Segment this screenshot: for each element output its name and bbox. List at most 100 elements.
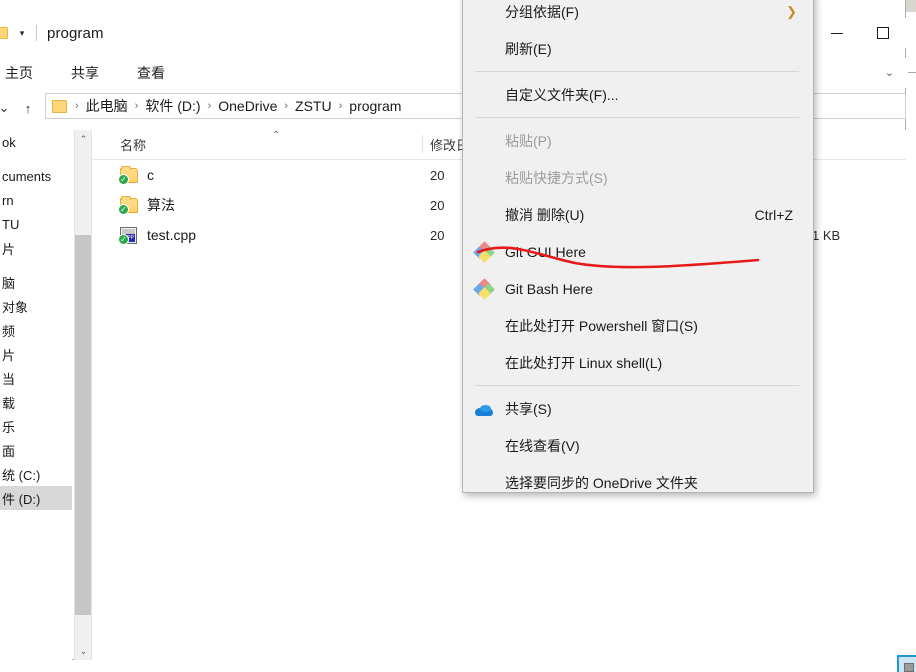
ribbon-expand-icon[interactable]: ⌄ bbox=[885, 66, 894, 79]
column-header-name[interactable]: 名称 bbox=[120, 135, 146, 154]
navigation-pane-scrollbar[interactable]: ⌃ ⌄ bbox=[74, 130, 92, 660]
sidebar-item[interactable]: TU bbox=[0, 212, 72, 236]
menu-item: 粘贴快捷方式(S) bbox=[463, 159, 813, 196]
sidebar-item[interactable]: 频 bbox=[0, 318, 72, 342]
thumbnail-window-icon bbox=[904, 663, 914, 672]
column-divider[interactable] bbox=[422, 135, 423, 153]
sidebar-item-label: TU bbox=[2, 216, 20, 232]
breadcrumb-separator: › bbox=[75, 100, 79, 112]
scroll-down-icon[interactable]: ⌄ bbox=[75, 642, 92, 660]
tab-share[interactable]: 共享 bbox=[58, 59, 112, 87]
sidebar-item[interactable]: 脑 bbox=[0, 270, 72, 294]
menu-separator bbox=[475, 117, 799, 118]
sidebar-item[interactable]: 件 (D:) bbox=[0, 486, 72, 510]
address-folder-icon bbox=[52, 99, 67, 113]
menu-separator bbox=[475, 71, 799, 72]
menu-item-label: 自定义文件夹(F)... bbox=[505, 86, 619, 103]
git-icon bbox=[473, 277, 495, 300]
sidebar-item[interactable]: 面 bbox=[0, 438, 72, 462]
menu-item-label: 粘贴快捷方式(S) bbox=[505, 169, 608, 186]
file-date: 20 bbox=[430, 197, 445, 213]
menu-item[interactable]: 分组依据(F) ❯ bbox=[463, 0, 813, 30]
sidebar-item-label: 乐 bbox=[2, 419, 16, 435]
menu-item[interactable]: 在此处打开 Powershell 窗口(S) bbox=[463, 307, 813, 344]
tab-view[interactable]: 查看 bbox=[124, 59, 178, 87]
breadcrumb-zstu[interactable]: ZSTU bbox=[292, 97, 335, 115]
sidebar-item-label: 统 (C:) bbox=[2, 467, 41, 483]
sidebar-item-label: 当 bbox=[2, 371, 16, 387]
sidebar-item[interactable]: 片 bbox=[0, 342, 72, 366]
maximize-icon bbox=[877, 27, 889, 39]
menu-item-label: 粘贴(P) bbox=[505, 132, 552, 149]
sidebar-item-label: 片 bbox=[2, 241, 16, 257]
menu-item-label: Git Bash Here bbox=[505, 280, 593, 297]
sidebar-item-label: 面 bbox=[2, 443, 16, 459]
sidebar-item-label: 件 (D:) bbox=[2, 491, 41, 507]
menu-item[interactable]: 选择要同步的 OneDrive 文件夹 bbox=[463, 464, 813, 492]
sidebar-item[interactable]: 乐 bbox=[0, 414, 72, 438]
menu-item-label: Git GUI Here bbox=[505, 243, 586, 260]
quick-access-folder-icon bbox=[0, 27, 8, 39]
quick-access-caret-icon[interactable]: ▾ bbox=[12, 23, 32, 43]
menu-item[interactable]: 在线查看(V) bbox=[463, 427, 813, 464]
scroll-up-icon[interactable]: ⌃ bbox=[75, 130, 92, 148]
file-date: 20 bbox=[430, 227, 445, 243]
recent-locations-icon[interactable]: ⌄ bbox=[0, 96, 16, 120]
menu-item[interactable]: 自定义文件夹(F)... bbox=[463, 76, 813, 113]
sidebar-item-label: 片 bbox=[2, 347, 16, 363]
sidebar-item[interactable]: cuments bbox=[0, 164, 72, 188]
sidebar-item-label: cuments bbox=[2, 168, 52, 184]
menu-item-label: 在此处打开 Powershell 窗口(S) bbox=[505, 317, 698, 334]
up-button-icon[interactable]: ↑ bbox=[16, 96, 40, 120]
sidebar-item[interactable]: rn bbox=[0, 188, 72, 212]
menu-item[interactable]: Git Bash Here bbox=[463, 270, 813, 307]
breadcrumb-drive-d[interactable]: 软件 (D:) bbox=[142, 95, 203, 117]
title-separator bbox=[36, 25, 37, 41]
minimize-icon bbox=[831, 32, 843, 34]
menu-item[interactable]: 在此处打开 Linux shell(L) bbox=[463, 344, 813, 381]
breadcrumb-separator: › bbox=[338, 100, 343, 112]
menu-item[interactable]: Git GUI Here bbox=[463, 233, 813, 270]
breadcrumb-this-pc[interactable]: 此电脑 bbox=[83, 95, 131, 117]
menu-separator bbox=[475, 385, 799, 386]
sidebar-item[interactable]: 当 bbox=[0, 366, 72, 390]
sidebar-item-label: ok bbox=[2, 134, 16, 150]
navigation-pane: ok cuments rn TU 片脑对象频片当载乐面统 (C:) 件 (D:) bbox=[0, 130, 72, 660]
screen: ▾ program 主页 共享 查看 ⌄ ⌄ ↑ › 此电脑 › 软件 (D:)… bbox=[0, 0, 916, 672]
sidebar-item-label: 对象 bbox=[2, 299, 29, 315]
scrollbar-thumb[interactable] bbox=[75, 235, 92, 615]
breadcrumb-separator: › bbox=[134, 100, 139, 112]
menu-item-label: 在线查看(V) bbox=[505, 437, 580, 454]
menu-item-label: 在此处打开 Linux shell(L) bbox=[505, 354, 663, 371]
sidebar-item[interactable]: ok bbox=[0, 130, 72, 154]
sidebar-item-label: 频 bbox=[2, 323, 16, 339]
menu-item-shortcut: Ctrl+Z bbox=[754, 206, 794, 223]
menu-item-label: 选择要同步的 OneDrive 文件夹 bbox=[505, 474, 698, 491]
onedrive-cloud-icon bbox=[475, 400, 493, 418]
sidebar-item[interactable]: 对象 bbox=[0, 294, 72, 318]
menu-item[interactable]: 共享(S) bbox=[463, 390, 813, 427]
file-name: c bbox=[147, 167, 154, 183]
window-edge-tick bbox=[908, 72, 916, 73]
breadcrumb-program[interactable]: program bbox=[346, 97, 404, 115]
maximize-button[interactable] bbox=[860, 18, 906, 48]
sidebar-item[interactable]: 载 bbox=[0, 390, 72, 414]
caption-buttons bbox=[814, 18, 906, 48]
desktop-right-top-strip bbox=[906, 0, 916, 12]
menu-item[interactable]: 刷新(E) bbox=[463, 30, 813, 67]
sort-ascending-icon: ⌃ bbox=[272, 130, 281, 141]
breadcrumb-separator: › bbox=[207, 100, 212, 112]
menu-item[interactable]: 撤消 删除(U) Ctrl+Z bbox=[463, 196, 813, 233]
context-menu: 分组依据(F) ❯ 刷新(E) 自定义文件夹(F)... 粘贴(P) 粘贴快捷方式(S) 撤… bbox=[462, 0, 814, 493]
sidebar-item[interactable]: 统 (C:) bbox=[0, 462, 72, 486]
file-name: test.cpp bbox=[147, 227, 197, 243]
tab-home[interactable]: 主页 bbox=[0, 59, 46, 87]
menu-item: 粘贴(P) bbox=[463, 122, 813, 159]
breadcrumb-onedrive[interactable]: OneDrive bbox=[215, 97, 280, 115]
minimize-button[interactable] bbox=[814, 18, 860, 48]
sidebar-item[interactable]: 片 bbox=[0, 236, 72, 260]
sidebar-item-label: rn bbox=[2, 192, 14, 208]
sidebar-item-label: 载 bbox=[2, 395, 16, 411]
breadcrumb-separator: › bbox=[284, 100, 289, 112]
taskbar-thumbnail-preview[interactable] bbox=[897, 655, 916, 672]
